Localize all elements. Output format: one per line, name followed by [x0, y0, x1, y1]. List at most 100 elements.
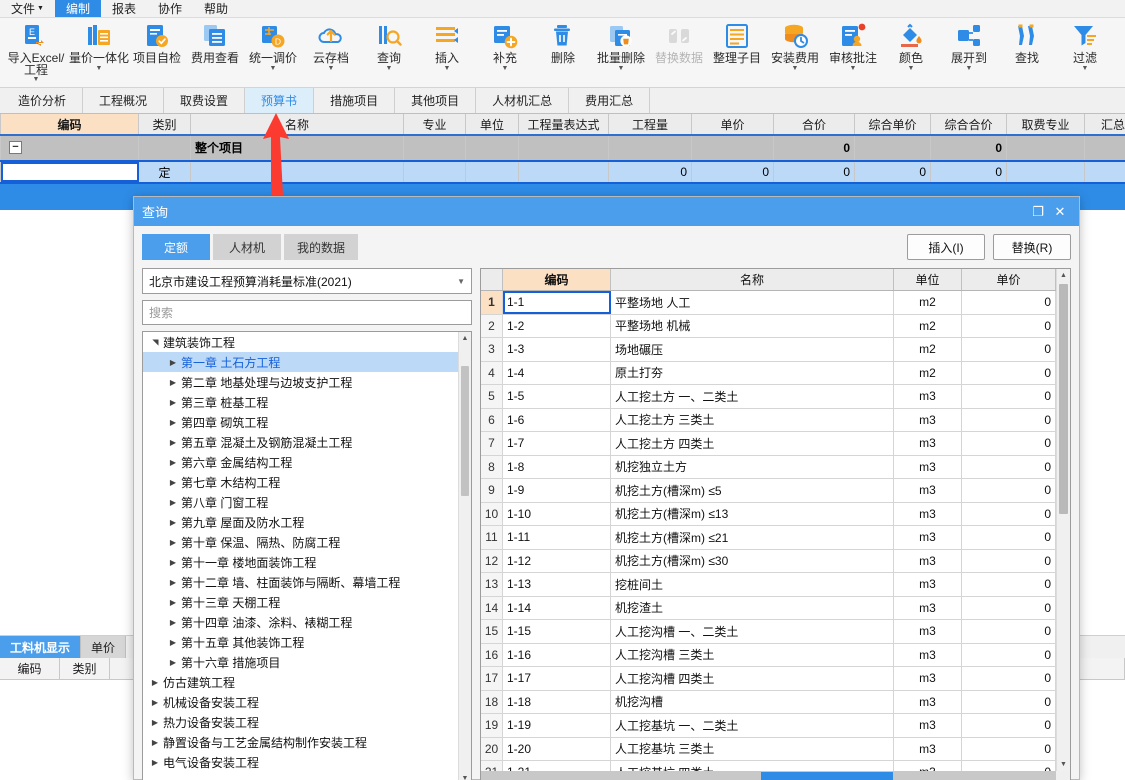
chevron-down-icon[interactable]: ▼: [96, 65, 103, 72]
tree-node-15[interactable]: ▶ 第十五章 其他装饰工程: [143, 632, 458, 652]
code-cell[interactable]: 1-9: [503, 479, 611, 502]
cell-12[interactable]: [1085, 136, 1125, 160]
column-header-3[interactable]: 专业: [404, 114, 466, 134]
column-header-7[interactable]: 单价: [692, 114, 774, 134]
search-input[interactable]: 搜索: [142, 300, 472, 325]
scroll-up-icon[interactable]: ▲: [459, 332, 471, 345]
insert-button[interactable]: 插入(I): [907, 234, 985, 260]
tree-collapsed-icon[interactable]: ▶: [147, 718, 163, 727]
name-cell[interactable]: 人工挖土方 一、二类土: [611, 385, 894, 408]
unit-cell[interactable]: m2: [894, 338, 962, 361]
tab-2[interactable]: 取费设置: [164, 88, 246, 113]
definition-row[interactable]: 4 1-4 原土打夯 m2 0: [481, 361, 1070, 385]
code-cell[interactable]: 1-20: [503, 737, 611, 760]
column-header-2[interactable]: 名称: [191, 114, 404, 134]
chevron-down-icon[interactable]: ▼: [1082, 65, 1089, 72]
definition-row[interactable]: 5 1-5 人工挖土方 一、二类土 m3 0: [481, 385, 1070, 409]
tree-node-11[interactable]: ▶ 第十一章 楼地面装饰工程: [143, 552, 458, 572]
definition-row[interactable]: 19 1-19 人工挖基坑 一、二类土 m3 0: [481, 714, 1070, 738]
tree-collapsed-icon[interactable]: ▶: [165, 458, 181, 467]
unit-cell[interactable]: m2: [894, 291, 962, 314]
cell-3[interactable]: [404, 162, 466, 182]
definition-row[interactable]: 8 1-8 机挖独立土方 m3 0: [481, 455, 1070, 479]
name-cell[interactable]: 人工挖沟槽 三类土: [611, 643, 894, 666]
tree-collapsed-icon[interactable]: ▶: [165, 418, 181, 427]
tree-node-19[interactable]: ▶ 热力设备安装工程: [143, 712, 458, 732]
name-cell[interactable]: 场地碾压: [611, 338, 894, 361]
code-cell[interactable]: 1-16: [503, 643, 611, 666]
dialog-tab-0[interactable]: 定额: [142, 234, 210, 260]
cell-11[interactable]: [1007, 136, 1085, 160]
price-cell[interactable]: 0: [962, 690, 1056, 713]
menu-item-0[interactable]: 文件 ▼: [0, 0, 55, 17]
tree-collapsed-icon[interactable]: ▶: [165, 598, 181, 607]
cell-3[interactable]: [404, 136, 466, 160]
price-cell[interactable]: 0: [962, 596, 1056, 619]
tree-node-5[interactable]: ▶ 第五章 混凝土及钢筋混凝土工程: [143, 432, 458, 452]
price-cell[interactable]: 0: [962, 314, 1056, 337]
menu-item-1[interactable]: 编制: [54, 0, 101, 17]
definition-row[interactable]: 10 1-10 机挖土方(槽深m) ≤13 m3 0: [481, 502, 1070, 526]
unit-cell[interactable]: m3: [894, 643, 962, 666]
tree-node-21[interactable]: ▶ 电气设备安装工程: [143, 752, 458, 772]
column-header-0[interactable]: 编码: [1, 114, 139, 134]
definition-row[interactable]: 13 1-13 挖桩间土 m3 0: [481, 573, 1070, 597]
tab-6[interactable]: 人材机汇总: [476, 88, 570, 113]
definition-row[interactable]: 6 1-6 人工挖土方 三类土 m3 0: [481, 408, 1070, 432]
code-cell[interactable]: 1-13: [503, 573, 611, 596]
ribbon-button-12[interactable]: 整理子目▼: [708, 18, 766, 86]
tree-node-3[interactable]: ▶ 第三章 桩基工程: [143, 392, 458, 412]
ribbon-button-14[interactable]: 审核批注 ▼: [824, 18, 882, 86]
code-cell[interactable]: 1-19: [503, 714, 611, 737]
tree-collapsed-icon[interactable]: ▶: [165, 398, 181, 407]
tree-collapsed-icon[interactable]: ▶: [165, 538, 181, 547]
tree-expanded-icon[interactable]: ◢: [151, 334, 160, 350]
cell-8[interactable]: 0: [774, 162, 855, 182]
cell-1[interactable]: [139, 136, 191, 160]
code-cell[interactable]: 1-1: [503, 291, 611, 314]
name-cell[interactable]: 原土打夯: [611, 361, 894, 384]
name-cell[interactable]: 机挖独立土方: [611, 455, 894, 478]
tree-collapsed-icon[interactable]: ▶: [165, 618, 181, 627]
unit-cell[interactable]: m2: [894, 314, 962, 337]
code-cell[interactable]: 1-14: [503, 596, 611, 619]
tree-collapsed-icon[interactable]: ▶: [165, 478, 181, 487]
ribbon-button-1[interactable]: 量价一体化 ▼: [69, 18, 129, 86]
cell-2[interactable]: 整个项目: [191, 136, 404, 160]
tab-1[interactable]: 工程概况: [83, 88, 165, 113]
tree-node-6[interactable]: ▶ 第六章 金属结构工程: [143, 452, 458, 472]
tree-collapsed-icon[interactable]: ▶: [165, 518, 181, 527]
price-cell[interactable]: 0: [962, 408, 1056, 431]
scroll-down-icon[interactable]: ▼: [1057, 757, 1070, 771]
chevron-down-icon[interactable]: ▼: [33, 76, 40, 83]
tree-collapsed-icon[interactable]: ▶: [165, 498, 181, 507]
menu-item-3[interactable]: 协作: [147, 0, 193, 17]
code-input-cell[interactable]: [1, 162, 139, 182]
table-row[interactable]: 1定00000: [0, 160, 1125, 184]
unit-cell[interactable]: m3: [894, 479, 962, 502]
ribbon-button-17[interactable]: 查找▼: [998, 18, 1056, 86]
cell-12[interactable]: [1085, 162, 1125, 182]
definition-row[interactable]: 7 1-7 人工挖土方 四类土 m3 0: [481, 432, 1070, 456]
name-cell[interactable]: 机挖土方(槽深m) ≤13: [611, 502, 894, 525]
definition-row[interactable]: 1 1-1 平整场地 人工 m2 0: [481, 291, 1070, 315]
chevron-down-icon[interactable]: ▼: [386, 65, 393, 72]
tab-3[interactable]: 预算书: [245, 88, 315, 113]
definition-row[interactable]: 18 1-18 机挖沟槽 m3 0: [481, 690, 1070, 714]
price-cell[interactable]: 0: [962, 479, 1056, 502]
unit-cell[interactable]: m3: [894, 620, 962, 643]
chevron-down-icon[interactable]: ▼: [966, 65, 973, 72]
price-cell[interactable]: 0: [962, 737, 1056, 760]
definition-row[interactable]: 17 1-17 人工挖沟槽 四类土 m3 0: [481, 667, 1070, 691]
dg-column-header-0[interactable]: 编码: [503, 269, 611, 290]
price-cell[interactable]: 0: [962, 361, 1056, 384]
definition-grid-hscrollbar[interactable]: [481, 770, 1056, 780]
ribbon-button-7[interactable]: 插入 ▼: [418, 18, 476, 86]
name-cell[interactable]: 机挖沟槽: [611, 690, 894, 713]
tree-collapsed-icon[interactable]: ▶: [165, 638, 181, 647]
code-cell[interactable]: 1-15: [503, 620, 611, 643]
price-cell[interactable]: 0: [962, 714, 1056, 737]
tree-node-17[interactable]: ▶ 仿古建筑工程: [143, 672, 458, 692]
unit-cell[interactable]: m3: [894, 455, 962, 478]
cell-0[interactable]: −: [1, 136, 139, 160]
